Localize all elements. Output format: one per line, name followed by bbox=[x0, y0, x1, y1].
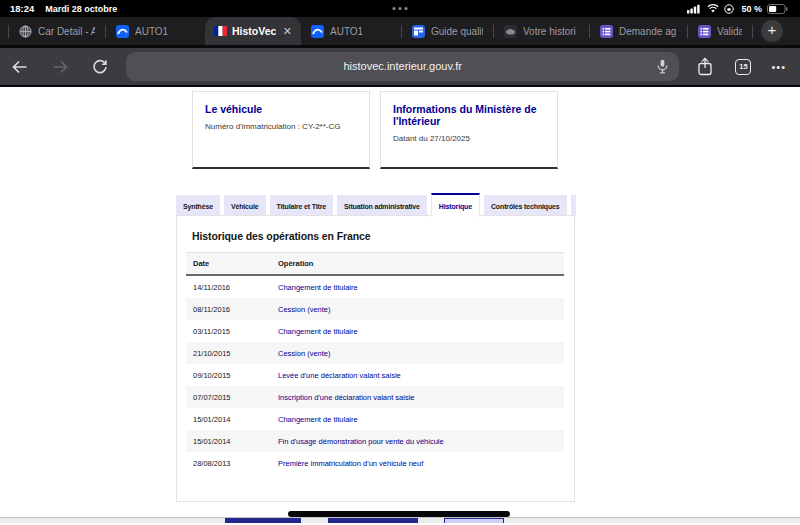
cellular-signal-icon bbox=[687, 4, 702, 14]
date-cell: 09/10/2015 bbox=[186, 364, 271, 386]
table-row: 15/01/2014Fin d'usage démonstration pour… bbox=[186, 430, 564, 452]
operation-link[interactable]: Première immatriculation d'un véhicule n… bbox=[271, 452, 564, 474]
status-bar: 18:24 Mardi 28 octobre 50 % bbox=[0, 0, 800, 17]
table-row: 08/11/2016Cession (vente) bbox=[186, 298, 564, 320]
list-favicon-icon bbox=[600, 25, 613, 38]
rotation-lock-icon bbox=[724, 4, 734, 14]
browser-tab-auto1-a[interactable]: AUTO1 bbox=[106, 17, 205, 45]
operation-link[interactable]: Levée d'une déclaration valant saisie bbox=[271, 364, 564, 386]
browser-tab-auto1-b[interactable]: AUTO1 bbox=[301, 17, 401, 45]
table-header-row: Date Opération bbox=[186, 253, 564, 276]
browser-tab-cardetail[interactable]: Car Detail - A bbox=[9, 17, 105, 45]
card-body: Numéro d'immatriculation : CY-2**-CG bbox=[205, 122, 357, 131]
browser-tab-demande[interactable]: Demande ag bbox=[590, 17, 687, 45]
browser-tab-historique[interactable]: Votre histori bbox=[494, 17, 589, 45]
column-header-date: Date bbox=[186, 253, 271, 276]
status-date: Mardi 28 octobre bbox=[45, 4, 117, 14]
date-cell: 03/11/2015 bbox=[186, 320, 271, 342]
table-row: 15/01/2014Changement de titulaire bbox=[186, 408, 564, 430]
table-row: 21/10/2015Cession (vente) bbox=[186, 342, 564, 364]
content-tabs: Synthèse Véhicule Titulaire et Titre Sit… bbox=[176, 193, 576, 217]
tab-titulaire[interactable]: Titulaire et Titre bbox=[270, 195, 334, 217]
date-cell: 21/10/2015 bbox=[186, 342, 271, 364]
microphone-icon[interactable] bbox=[657, 59, 668, 74]
vehicle-card: Le véhicule Numéro d'immatriculation : C… bbox=[192, 91, 370, 169]
france-flag-icon bbox=[214, 26, 227, 36]
operation-link[interactable]: Cession (vente) bbox=[271, 298, 564, 320]
battery-icon bbox=[767, 4, 788, 14]
tab-panel: Historique des opérations en France Date… bbox=[176, 215, 575, 502]
card-title: Le véhicule bbox=[205, 103, 357, 115]
browser-tab-strip: Car Detail - A AUTO1 HistoVec ✕ AUTO1 bbox=[0, 17, 800, 45]
footer-button[interactable] bbox=[225, 518, 301, 523]
date-cell: 28/08/2013 bbox=[186, 452, 271, 474]
wifi-icon bbox=[707, 4, 719, 13]
address-bar[interactable]: histovec.interieur.gouv.fr bbox=[126, 52, 679, 81]
clock: 18:24 bbox=[10, 3, 34, 14]
overflow-menu-icon[interactable]: ••• bbox=[771, 61, 786, 73]
table-row: 28/08/2013Première immatriculation d'un … bbox=[186, 452, 564, 474]
tab-controles[interactable]: Contrôles techniques bbox=[484, 195, 567, 217]
operation-link[interactable]: Changement de titulaire bbox=[271, 408, 564, 430]
date-cell: 15/01/2014 bbox=[186, 408, 271, 430]
column-header-operation: Opération bbox=[271, 253, 564, 276]
operation-link[interactable]: Changement de titulaire bbox=[271, 320, 564, 342]
new-tab-button[interactable]: + bbox=[761, 20, 783, 42]
ministry-info-card: Informations du Ministère de l'Intérieur… bbox=[380, 91, 558, 169]
tab-kilometrage[interactable]: Kilométrage bbox=[571, 195, 576, 217]
footer-button[interactable] bbox=[444, 518, 504, 523]
browser-tab-guide[interactable]: Guide qualité bbox=[402, 17, 493, 45]
table-row: 03/11/2015Changement de titulaire bbox=[186, 320, 564, 342]
close-tab-icon[interactable]: ✕ bbox=[283, 25, 292, 38]
home-indicator bbox=[288, 511, 510, 517]
back-button[interactable] bbox=[10, 60, 30, 74]
globe-favicon-icon bbox=[19, 25, 32, 38]
table-row: 14/11/2016Changement de titulaire bbox=[186, 275, 564, 298]
footer-button[interactable] bbox=[328, 518, 418, 523]
battery-percent: 50 % bbox=[741, 4, 762, 14]
section-title: Historique des opérations en France bbox=[192, 230, 574, 242]
card-title: Informations du Ministère de l'Intérieur bbox=[393, 103, 545, 127]
share-icon[interactable] bbox=[697, 57, 713, 76]
auto1-favicon-icon bbox=[311, 25, 324, 38]
operation-link[interactable]: Inscription d'une déclaration valant sai… bbox=[271, 386, 564, 408]
card-body: Datant du 27/10/2025 bbox=[393, 134, 545, 143]
browser-tab-histovec[interactable]: HistoVec ✕ bbox=[205, 17, 301, 45]
web-page: Le véhicule Numéro d'immatriculation : C… bbox=[0, 87, 800, 523]
tab-synthese[interactable]: Synthèse bbox=[176, 195, 220, 217]
tab-situation[interactable]: Situation administrative bbox=[337, 195, 427, 217]
operation-link[interactable]: Fin d'usage démonstration pour vente du … bbox=[271, 430, 564, 452]
operation-link[interactable]: Changement de titulaire bbox=[271, 275, 564, 298]
date-cell: 08/11/2016 bbox=[186, 298, 271, 320]
tab-historique[interactable]: Historique bbox=[431, 193, 480, 217]
list-favicon-icon bbox=[698, 25, 711, 38]
dark-favicon-icon bbox=[504, 25, 517, 38]
forward-button[interactable] bbox=[50, 60, 70, 74]
tab-vehicule[interactable]: Véhicule bbox=[224, 195, 266, 217]
auto1-favicon-icon bbox=[116, 25, 129, 38]
operations-table: Date Opération 14/11/2016Changement de t… bbox=[186, 252, 564, 474]
guide-favicon-icon bbox=[412, 25, 425, 38]
tab-switcher-button[interactable]: 15 bbox=[735, 59, 751, 75]
browser-tab-valida[interactable]: Valida bbox=[688, 17, 752, 45]
date-cell: 15/01/2014 bbox=[186, 430, 271, 452]
operation-link[interactable]: Cession (vente) bbox=[271, 342, 564, 364]
url-text: histovec.interieur.gouv.fr bbox=[126, 60, 679, 72]
date-cell: 07/07/2015 bbox=[186, 386, 271, 408]
browser-toolbar: histovec.interieur.gouv.fr 15 ••• bbox=[0, 48, 800, 87]
date-cell: 14/11/2016 bbox=[186, 275, 271, 298]
reload-button[interactable] bbox=[90, 59, 110, 75]
table-row: 07/07/2015Inscription d'une déclaration … bbox=[186, 386, 564, 408]
multitask-dots-icon bbox=[393, 7, 408, 10]
table-row: 09/10/2015Levée d'une déclaration valant… bbox=[186, 364, 564, 386]
